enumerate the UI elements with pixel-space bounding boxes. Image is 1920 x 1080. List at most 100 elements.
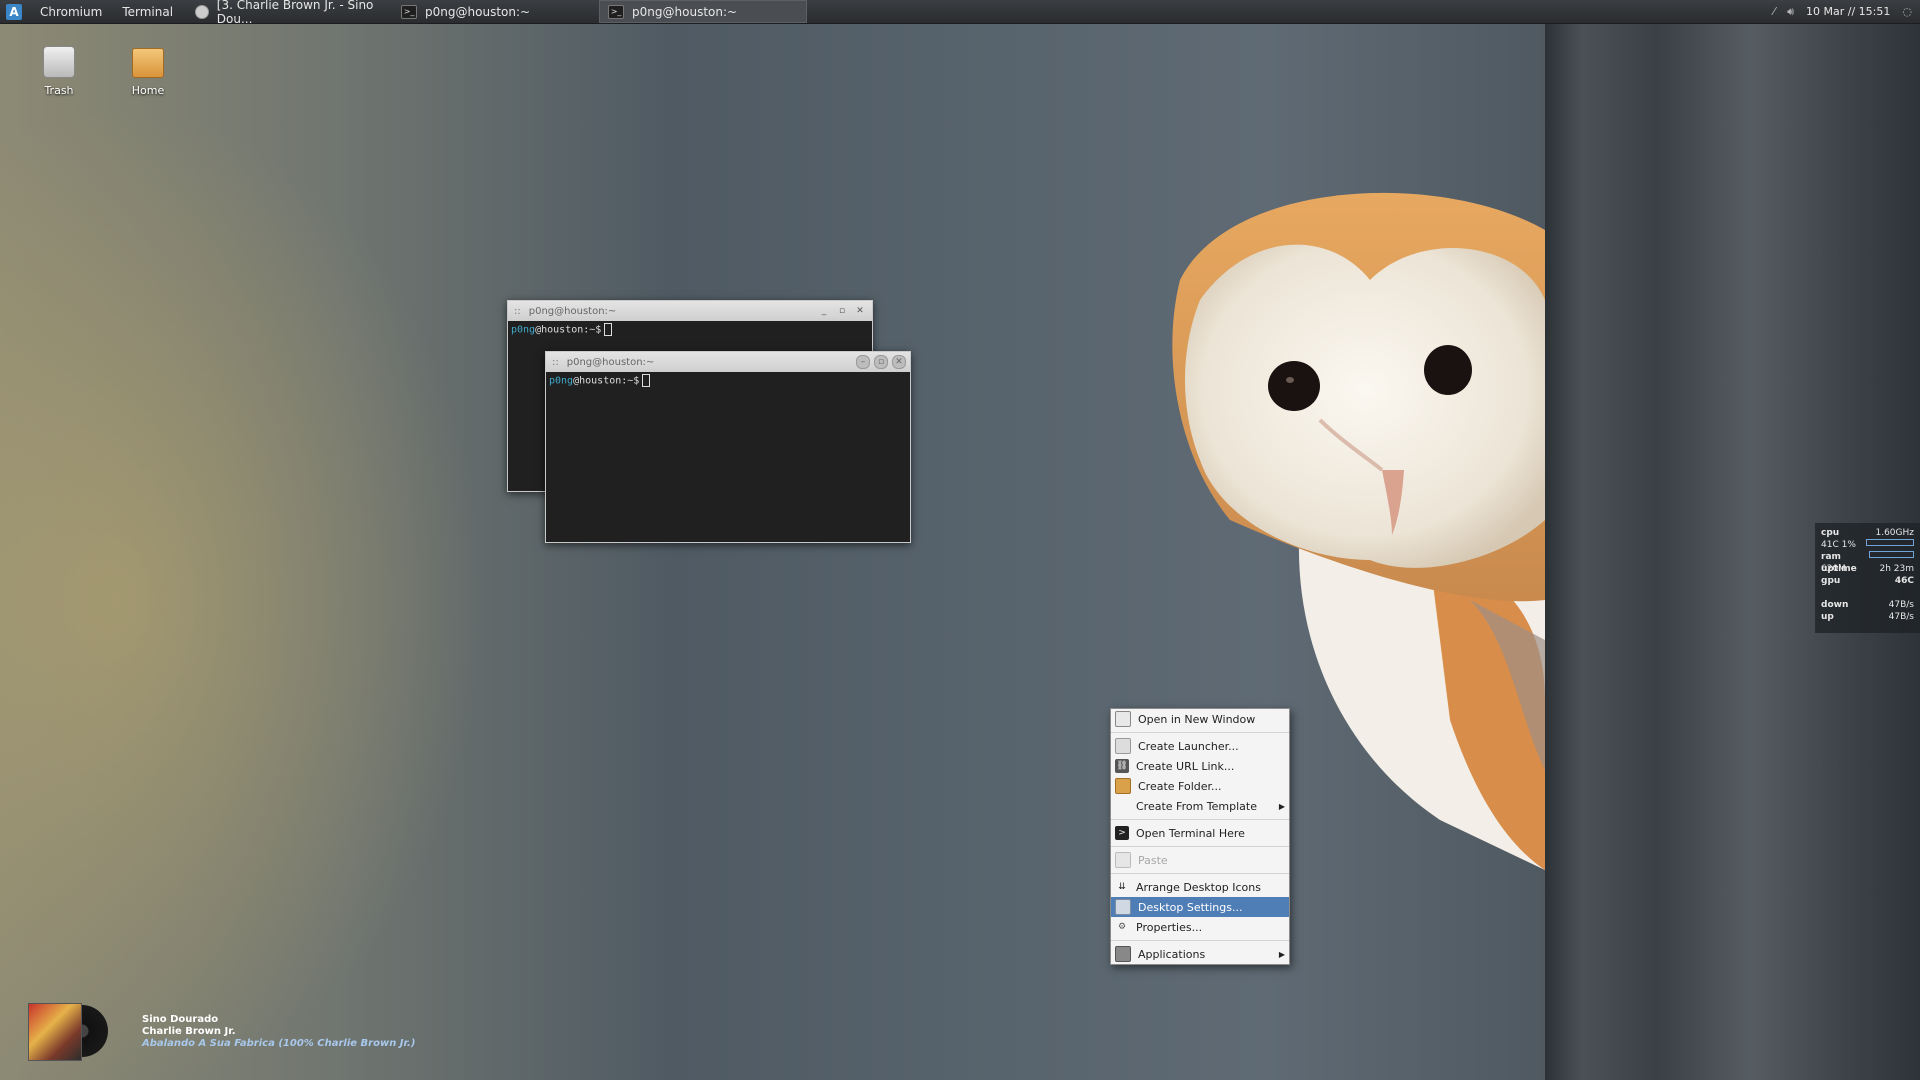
menu-separator (1111, 873, 1289, 874)
cpu-usage-bar (1866, 539, 1914, 546)
menu-item-create-launcher[interactable]: Create Launcher... (1111, 736, 1289, 756)
sysmon-cpu-temp: 41C (1821, 540, 1839, 550)
power-icon[interactable]: ◌ (1902, 5, 1912, 18)
cursor (642, 374, 651, 387)
menu-item-paste[interactable]: Paste (1111, 850, 1289, 870)
sysmon-label: uptime (1821, 564, 1857, 574)
terminal-icon: > (1115, 826, 1129, 840)
menu-item-desktop-settings[interactable]: Desktop Settings... (1111, 897, 1289, 917)
now-playing-widget: Sino Dourado Charlie Brown Jr. Abalando … (28, 1003, 415, 1061)
submenu-arrow-icon: ▶ (1278, 801, 1285, 811)
launcher-chromium[interactable]: Chromium (40, 5, 102, 19)
menu-separator (1111, 940, 1289, 941)
menu-item-open-new-window[interactable]: Open in New Window (1111, 709, 1289, 729)
menu-item-label: Applications (1138, 947, 1206, 961)
menu-item-label: Desktop Settings... (1138, 900, 1243, 914)
sysmon-label: down (1821, 600, 1849, 610)
task-label: p0ng@houston:~ (632, 4, 738, 19)
folder-icon (132, 48, 164, 78)
sysmon-label: cpu (1821, 528, 1840, 538)
maximize-button[interactable]: ▫ (874, 355, 888, 369)
prompt-user: p0ng (549, 375, 574, 387)
settings-icon (1115, 899, 1131, 915)
system-monitor-widget: cpu 1.60GHz 41C 1% ram 620M uptime 2h 23… (1815, 523, 1920, 633)
prompt-host: @houston:~$ (573, 375, 640, 387)
task-music-player[interactable]: [3. Charlie Brown Jr. - Sino Dou... (187, 0, 389, 26)
menu-item-label: Open in New Window (1138, 712, 1256, 726)
track-album: Abalando A Sua Fabrica (100% Charlie Bro… (142, 1038, 416, 1049)
arrange-icon: ⇊ (1118, 882, 1126, 892)
menu-item-properties[interactable]: ⚙ Properties... (1111, 917, 1289, 937)
window-menu-icon[interactable]: :: (514, 306, 521, 317)
applications-icon (1115, 946, 1131, 962)
ram-usage-bar (1869, 551, 1914, 558)
menu-item-arrange-desktop-icons[interactable]: ⇊ Arrange Desktop Icons (1111, 877, 1289, 897)
menu-item-label: Create From Template (1136, 799, 1257, 813)
paste-icon (1115, 852, 1131, 868)
menu-separator (1111, 846, 1289, 847)
sysmon-cpu-row: cpu 1.60GHz (1821, 527, 1914, 539)
menu-item-create-from-template[interactable]: Create From Template ▶ (1111, 796, 1289, 816)
album-art[interactable] (28, 1003, 108, 1061)
cursor (604, 323, 613, 336)
wallpaper-owl (1172, 192, 1545, 870)
launcher-terminal[interactable]: Terminal (122, 5, 173, 19)
volume-icon[interactable]: 🔊︎ (1787, 5, 1794, 19)
album-cover (28, 1003, 82, 1061)
trash-icon (43, 46, 75, 78)
menu-item-label: Create URL Link... (1136, 759, 1235, 773)
sysmon-down-row: down 47B/s (1821, 599, 1914, 611)
sysmon-up-row: up 47B/s (1821, 611, 1914, 623)
music-player-icon (195, 4, 209, 19)
link-icon: ⛓ (1115, 759, 1129, 773)
window-title: p0ng@houston:~ (528, 305, 617, 317)
close-button[interactable]: ✕ (854, 305, 866, 317)
sysmon-label: gpu (1821, 576, 1841, 586)
terminal-window-front[interactable]: :: p0ng@houston:~ – ▫ ✕ p0ng@houston:~$ (545, 351, 911, 543)
launcher-icon (1115, 738, 1131, 754)
menu-item-create-folder[interactable]: Create Folder... (1111, 776, 1289, 796)
blank-icon (1115, 799, 1129, 813)
top-panel: A Chromium Terminal [3. Charlie Brown Jr… (0, 0, 1920, 26)
sysmon-value: 2h 23m (1879, 564, 1914, 574)
close-button[interactable]: ✕ (892, 355, 906, 369)
task-terminal-1[interactable]: >_ p0ng@houston:~ (393, 1, 595, 22)
prompt-host: @houston:~$ (535, 324, 602, 336)
menu-item-label: Open Terminal Here (1136, 826, 1245, 840)
desktop-icon-label: Home (131, 84, 165, 97)
window-icon (1115, 711, 1131, 727)
terminal-prompt[interactable]: p0ng@houston:~$ (508, 321, 872, 338)
menu-separator (1111, 819, 1289, 820)
prompt-user: p0ng (511, 324, 536, 336)
titlebar[interactable]: :: p0ng@houston:~ _ ▫ ✕ (508, 301, 872, 321)
sysmon-cpu-usage-row: 41C 1% (1821, 539, 1914, 551)
app-menu-icon[interactable]: A (6, 3, 22, 20)
submenu-arrow-icon: ▶ (1278, 949, 1285, 959)
sysmon-value: 47B/s (1888, 612, 1914, 622)
sysmon-uptime-row: uptime 2h 23m (1821, 563, 1914, 575)
menu-item-open-terminal-here[interactable]: > Open Terminal Here (1111, 823, 1289, 843)
window-title: p0ng@houston:~ (566, 356, 655, 368)
gear-icon: ⚙ (1117, 922, 1127, 932)
network-icon[interactable]: ⁄ (1773, 5, 1775, 18)
clock[interactable]: 10 Mar // 15:51 (1806, 5, 1890, 18)
maximize-button[interactable]: ▫ (836, 305, 848, 317)
menu-item-create-url-link[interactable]: ⛓ Create URL Link... (1111, 756, 1289, 776)
desktop-icon-home[interactable]: Home (113, 46, 183, 97)
titlebar[interactable]: :: p0ng@houston:~ – ▫ ✕ (546, 352, 910, 372)
sysmon-label: up (1821, 612, 1834, 622)
desktop-icon-trash[interactable]: Trash (24, 46, 94, 97)
window-menu-icon[interactable]: :: (552, 357, 559, 368)
desktop-icon-label: Trash (44, 84, 74, 97)
sysmon-value: 1.60GHz (1875, 528, 1914, 538)
task-terminal-2[interactable]: >_ p0ng@houston:~ (599, 0, 808, 23)
sysmon-label: ram (1821, 552, 1841, 562)
terminal-prompt[interactable]: p0ng@houston:~$ (546, 372, 910, 389)
menu-item-label: Paste (1138, 853, 1168, 867)
minimize-button[interactable]: – (856, 355, 870, 369)
folder-icon (1115, 778, 1131, 794)
terminal-icon: >_ (401, 4, 418, 19)
track-artist: Charlie Brown Jr. (142, 1026, 236, 1037)
menu-item-applications[interactable]: Applications ▶ (1111, 944, 1289, 964)
minimize-button[interactable]: _ (818, 305, 830, 317)
